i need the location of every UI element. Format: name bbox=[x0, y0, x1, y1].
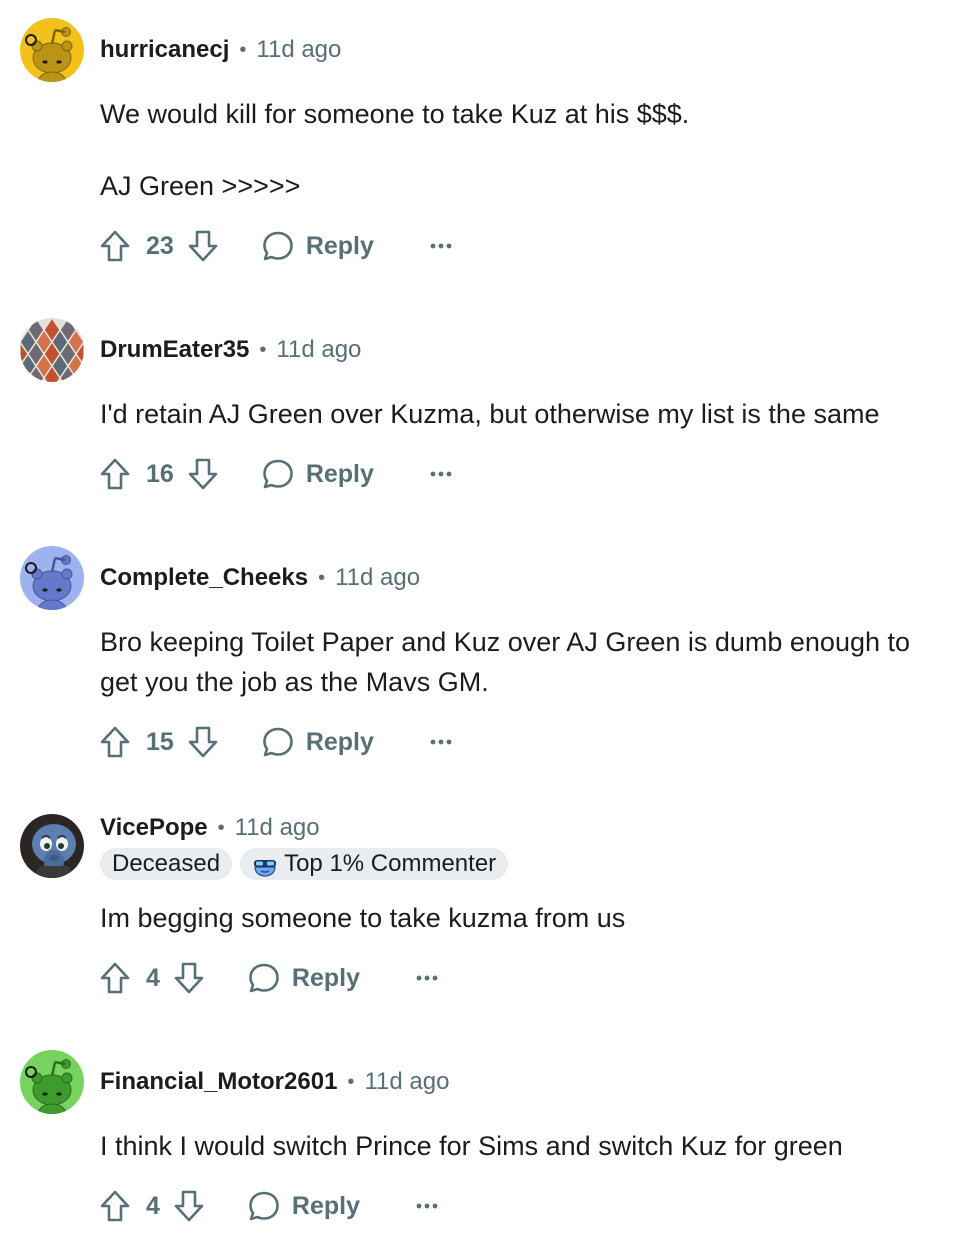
timestamp[interactable]: 11d ago bbox=[276, 336, 361, 364]
flair-top-commenter: Top 1% Commenter bbox=[240, 848, 509, 880]
flair-deceased: Deceased bbox=[100, 848, 233, 880]
ellipsis-icon[interactable] bbox=[430, 738, 452, 746]
comment-actions: 4 Reply bbox=[100, 960, 438, 996]
cartoon-character-avatar-icon[interactable] bbox=[20, 814, 84, 878]
speech-bubble-icon bbox=[262, 726, 294, 758]
reply-label: Reply bbox=[305, 459, 374, 488]
upvote-arrow-icon[interactable] bbox=[100, 962, 132, 994]
speech-bubble-icon bbox=[248, 1190, 280, 1222]
comment-actions: 4 Reply bbox=[100, 1188, 438, 1224]
diamond-pattern-avatar-icon[interactable] bbox=[20, 318, 84, 382]
comment-meta: DrumEater35 • 11d ago bbox=[100, 334, 361, 366]
comment-meta: hurricanecj • 11d ago bbox=[100, 34, 341, 66]
comment-body: Im begging someone to take kuzma from us bbox=[100, 898, 950, 938]
ellipsis-icon[interactable] bbox=[416, 1202, 438, 1210]
reply-label: Reply bbox=[291, 1191, 360, 1220]
comment-paragraph: We would kill for someone to take Kuz at… bbox=[100, 99, 690, 129]
timestamp[interactable]: 11d ago bbox=[364, 1068, 449, 1096]
ellipsis-icon[interactable] bbox=[430, 242, 452, 250]
comment-body: I think I would switch Prince for Sims a… bbox=[100, 1126, 950, 1166]
comment-body: We would kill for someone to take Kuz at… bbox=[100, 94, 950, 206]
upvote-arrow-icon[interactable] bbox=[100, 458, 132, 490]
username[interactable]: hurricanecj bbox=[100, 36, 229, 64]
downvote-arrow-icon[interactable] bbox=[188, 230, 220, 262]
vote-score: 15 bbox=[146, 727, 174, 756]
username[interactable]: VicePope bbox=[100, 814, 208, 842]
reply-label: Reply bbox=[305, 727, 374, 756]
comment-actions: 23 Reply bbox=[100, 228, 452, 264]
separator-dot: • bbox=[217, 816, 225, 839]
downvote-arrow-icon[interactable] bbox=[174, 1190, 206, 1222]
separator-dot: • bbox=[239, 38, 247, 61]
comment-paragraph: I'd retain AJ Green over Kuzma, but othe… bbox=[100, 399, 880, 429]
comment-actions: 16 Reply bbox=[100, 456, 452, 492]
snoo-avatar-icon[interactable] bbox=[20, 18, 84, 82]
snoo-avatar-icon[interactable] bbox=[20, 1050, 84, 1114]
downvote-arrow-icon[interactable] bbox=[188, 726, 220, 758]
upvote-arrow-icon[interactable] bbox=[100, 726, 132, 758]
comment-paragraph: Im begging someone to take kuzma from us bbox=[100, 903, 626, 933]
comment-meta: Complete_Cheeks • 11d ago bbox=[100, 562, 420, 594]
timestamp[interactable]: 11d ago bbox=[335, 564, 420, 592]
comment-paragraph: Bro keeping Toilet Paper and Kuz over AJ… bbox=[100, 627, 911, 697]
comment-paragraph: AJ Green >>>>> bbox=[100, 171, 301, 201]
username[interactable]: DrumEater35 bbox=[100, 336, 249, 364]
speech-bubble-icon bbox=[262, 458, 294, 490]
separator-dot: • bbox=[259, 338, 267, 361]
upvote-arrow-icon[interactable] bbox=[100, 1190, 132, 1222]
speech-bubble-icon bbox=[248, 962, 280, 994]
username[interactable]: Financial_Motor2601 bbox=[100, 1068, 337, 1096]
comment-body: Bro keeping Toilet Paper and Kuz over AJ… bbox=[100, 622, 940, 702]
ellipsis-icon[interactable] bbox=[416, 974, 438, 982]
reply-button[interactable]: Reply bbox=[262, 726, 374, 758]
reply-label: Reply bbox=[305, 231, 374, 260]
vote-score: 4 bbox=[146, 1191, 160, 1220]
sunglasses-emoji-icon bbox=[252, 851, 278, 877]
comment-meta: VicePope • 11d ago bbox=[100, 812, 320, 844]
timestamp[interactable]: 11d ago bbox=[235, 814, 320, 842]
username[interactable]: Complete_Cheeks bbox=[100, 564, 308, 592]
reply-label: Reply bbox=[291, 963, 360, 992]
reply-button[interactable]: Reply bbox=[262, 458, 374, 490]
vote-score: 16 bbox=[146, 459, 174, 488]
downvote-arrow-icon[interactable] bbox=[188, 458, 220, 490]
user-flairs: Deceased Top 1% Commenter bbox=[100, 848, 509, 880]
snoo-avatar-icon[interactable] bbox=[20, 546, 84, 610]
comment-meta: Financial_Motor2601 • 11d ago bbox=[100, 1066, 449, 1098]
separator-dot: • bbox=[318, 566, 326, 589]
reply-button[interactable]: Reply bbox=[248, 1190, 360, 1222]
downvote-arrow-icon[interactable] bbox=[174, 962, 206, 994]
speech-bubble-icon bbox=[262, 230, 294, 262]
comment-actions: 15 Reply bbox=[100, 724, 452, 760]
separator-dot: • bbox=[347, 1070, 355, 1093]
reply-button[interactable]: Reply bbox=[262, 230, 374, 262]
flair-label: Top 1% Commenter bbox=[284, 850, 497, 877]
comment-body: I'd retain AJ Green over Kuzma, but othe… bbox=[100, 394, 950, 434]
ellipsis-icon[interactable] bbox=[430, 470, 452, 478]
vote-score: 23 bbox=[146, 231, 174, 260]
reply-button[interactable]: Reply bbox=[248, 962, 360, 994]
upvote-arrow-icon[interactable] bbox=[100, 230, 132, 262]
vote-score: 4 bbox=[146, 963, 160, 992]
timestamp[interactable]: 11d ago bbox=[256, 36, 341, 64]
comment-paragraph: I think I would switch Prince for Sims a… bbox=[100, 1131, 843, 1161]
